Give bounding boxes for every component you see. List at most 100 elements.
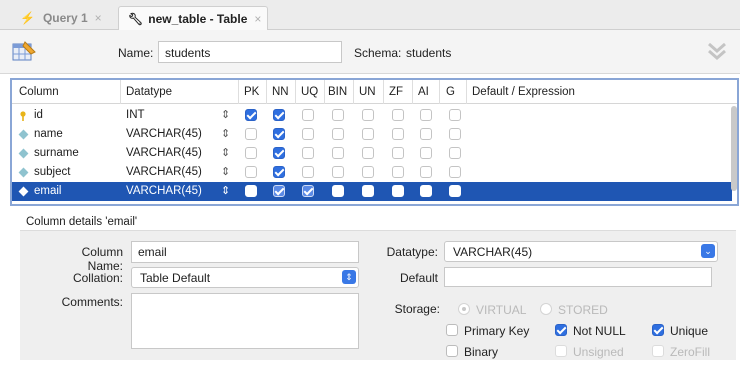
zerofill-label: ZeroFill	[670, 345, 711, 359]
datatype-select[interactable]: VARCHAR(45) ⌄	[444, 241, 718, 262]
table-row[interactable]: subject VARCHAR(45) ⇕	[12, 163, 732, 182]
flag-checkbox[interactable]	[302, 166, 314, 178]
flag-checkbox[interactable]	[392, 109, 404, 121]
col-header-default[interactable]: Default / Expression	[472, 86, 575, 98]
datatype-cell[interactable]: VARCHAR(45)	[126, 147, 202, 159]
flag-checkbox[interactable]	[302, 147, 314, 159]
datatype-dropdown-icon[interactable]: ⇕	[221, 165, 230, 178]
flag-checkbox[interactable]	[362, 109, 374, 121]
col-header-column[interactable]: Column	[19, 86, 59, 98]
col-header-uq[interactable]: UQ	[301, 86, 318, 98]
col-header-un[interactable]: UN	[359, 86, 376, 98]
col-header-datatype[interactable]: Datatype	[126, 86, 172, 98]
flag-checkbox[interactable]	[245, 109, 257, 121]
flag-checkbox[interactable]	[362, 128, 374, 140]
col-header-ai[interactable]: AI	[418, 86, 429, 98]
col-header-bin[interactable]: BIN	[328, 86, 347, 98]
flag-checkbox[interactable]	[245, 128, 257, 140]
flag-checkbox[interactable]	[420, 109, 432, 121]
flag-checkbox[interactable]	[332, 147, 344, 159]
flag-checkbox[interactable]	[449, 166, 461, 178]
flag-checkbox[interactable]	[332, 109, 344, 121]
flag-checkbox[interactable]	[273, 128, 285, 140]
virtual-radio[interactable]	[458, 303, 470, 315]
flag-checkbox[interactable]	[362, 147, 374, 159]
flag-checkbox[interactable]	[302, 109, 314, 121]
table-row[interactable]: <click to edit>	[12, 201, 732, 206]
col-header-g[interactable]: G	[446, 86, 455, 98]
default-input[interactable]	[444, 267, 712, 287]
datatype-cell[interactable]: VARCHAR(45)	[126, 166, 202, 178]
column-name-label: Column Name:	[81, 245, 123, 273]
flag-checkbox[interactable]	[332, 185, 344, 197]
flag-checkbox[interactable]	[392, 166, 404, 178]
table-row[interactable]: email VARCHAR(45) ⇕	[12, 182, 732, 201]
table-row[interactable]: name VARCHAR(45) ⇕	[12, 125, 732, 144]
col-header-zf[interactable]: ZF	[389, 86, 403, 98]
flag-checkbox[interactable]	[245, 166, 257, 178]
col-header-pk[interactable]: PK	[244, 86, 259, 98]
col-header-nn[interactable]: NN	[272, 86, 289, 98]
flag-checkbox[interactable]	[273, 166, 285, 178]
flag-checkbox[interactable]	[362, 185, 374, 197]
column-name-cell[interactable]: subject	[34, 166, 70, 178]
column-name-cell[interactable]: id	[34, 109, 43, 121]
flag-checkbox[interactable]	[392, 128, 404, 140]
flag-checkbox[interactable]	[245, 185, 257, 197]
columns-grid[interactable]: Column Datatype PK NN UQ BIN UN ZF AI G …	[10, 78, 739, 206]
datatype-dropdown-icon[interactable]: ⇕	[221, 108, 230, 121]
flag-checkbox[interactable]	[332, 128, 344, 140]
flag-checkbox[interactable]	[420, 128, 432, 140]
column-name-input[interactable]: email	[131, 241, 359, 263]
chevron-down-icon: ⌄	[701, 244, 715, 258]
collapse-chevron-icon[interactable]	[706, 40, 728, 62]
binary-checkbox[interactable]	[446, 345, 458, 357]
flag-checkbox[interactable]	[362, 166, 374, 178]
column-name-cell[interactable]: surname	[34, 147, 79, 159]
select-arrows-icon: ⇕	[342, 270, 356, 284]
not-null-checkbox[interactable]	[555, 324, 567, 336]
table-row[interactable]: surname VARCHAR(45) ⇕	[12, 144, 732, 163]
flag-checkbox[interactable]	[449, 185, 461, 197]
datatype-dropdown-icon[interactable]: ⇕	[221, 184, 230, 197]
unsigned-checkbox[interactable]	[555, 345, 567, 357]
zerofill-checkbox[interactable]	[652, 345, 664, 357]
column-name-cell[interactable]: email	[34, 185, 61, 197]
table-name-input[interactable]: students	[158, 41, 342, 63]
tab-new-table[interactable]: 🔧︎ new_table - Table ×	[118, 6, 268, 30]
flag-checkbox[interactable]	[302, 128, 314, 140]
column-name-cell[interactable]: name	[34, 128, 63, 140]
flag-checkbox[interactable]	[449, 109, 461, 121]
flag-checkbox[interactable]	[273, 185, 285, 197]
flag-checkbox[interactable]	[392, 185, 404, 197]
datatype-dropdown-icon[interactable]: ⇕	[221, 146, 230, 159]
primary-key-checkbox[interactable]	[446, 324, 458, 336]
close-icon[interactable]: ×	[254, 12, 261, 26]
flag-checkbox[interactable]	[302, 185, 314, 197]
tab-query-1[interactable]: ⚡ Query 1 ×	[14, 6, 114, 30]
comments-label: Comments:	[61, 295, 123, 309]
collation-select[interactable]: Table Default ⇕	[131, 267, 359, 288]
flag-checkbox[interactable]	[273, 109, 285, 121]
flag-checkbox[interactable]	[332, 166, 344, 178]
comments-textarea[interactable]	[131, 293, 359, 349]
flag-checkbox[interactable]	[245, 147, 257, 159]
datatype-cell[interactable]: INT	[126, 109, 145, 121]
close-icon[interactable]: ×	[95, 11, 102, 25]
flag-checkbox[interactable]	[392, 147, 404, 159]
datatype-cell[interactable]: VARCHAR(45)	[126, 185, 202, 197]
stored-radio[interactable]	[540, 303, 552, 315]
grid-scrollbar[interactable]	[731, 106, 737, 191]
flag-checkbox[interactable]	[449, 128, 461, 140]
datatype-dropdown-icon[interactable]: ⇕	[221, 127, 230, 140]
flag-checkbox[interactable]	[420, 185, 432, 197]
datatype-cell[interactable]: VARCHAR(45)	[126, 128, 202, 140]
flag-checkbox[interactable]	[449, 147, 461, 159]
flag-checkbox[interactable]	[420, 147, 432, 159]
flag-checkbox[interactable]	[420, 166, 432, 178]
unique-checkbox[interactable]	[652, 324, 664, 336]
table-row[interactable]: id INT ⇕	[12, 106, 732, 125]
flag-checkbox[interactable]	[273, 147, 285, 159]
column-name-cell[interactable]: <click to edit>	[34, 204, 104, 206]
column-icon	[18, 148, 29, 159]
